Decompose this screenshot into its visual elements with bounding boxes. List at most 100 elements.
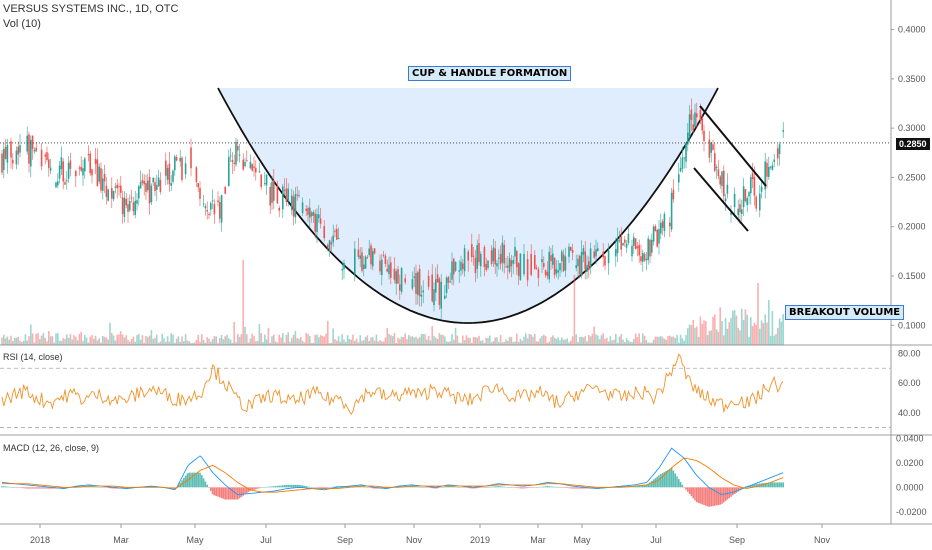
volume-bar bbox=[73, 335, 75, 345]
macd-histogram-bar bbox=[283, 485, 286, 488]
volume-bar bbox=[739, 330, 741, 345]
candle-body bbox=[755, 196, 757, 209]
volume-bar bbox=[393, 333, 396, 345]
symbol-title[interactable]: VERSUS SYSTEMS INC., 1D, OTC bbox=[3, 3, 178, 15]
volume-bar bbox=[42, 333, 45, 345]
candle-body bbox=[537, 269, 540, 278]
candle-body bbox=[238, 154, 241, 156]
candle-body bbox=[210, 203, 212, 210]
volume-bar bbox=[296, 338, 298, 345]
macd-histogram-bar bbox=[312, 487, 315, 488]
volume-bar bbox=[652, 339, 655, 345]
volume-bar bbox=[19, 340, 21, 345]
candle-body bbox=[96, 159, 99, 187]
volume-bar bbox=[102, 335, 104, 345]
volume-bar bbox=[570, 340, 572, 345]
candle-body bbox=[492, 247, 495, 262]
candle-body bbox=[3, 149, 5, 170]
macd-histogram-bar bbox=[318, 487, 320, 489]
volume-bar bbox=[543, 334, 545, 345]
candle-body bbox=[170, 183, 172, 186]
candle-body bbox=[683, 157, 685, 159]
candle-body bbox=[454, 262, 457, 271]
volume-bar bbox=[584, 336, 586, 345]
volume-bar bbox=[332, 328, 334, 345]
candle-body bbox=[84, 158, 86, 172]
macd-histogram-bar bbox=[13, 487, 16, 488]
candle-body bbox=[334, 230, 336, 232]
macd-tick-label: 0.0200 bbox=[896, 458, 924, 468]
volume-bar bbox=[733, 310, 736, 345]
candle-body bbox=[204, 206, 207, 209]
volume-bar bbox=[660, 335, 662, 345]
macd-histogram-bar bbox=[510, 487, 513, 488]
macd-histogram-bar bbox=[258, 487, 261, 489]
volume-bar bbox=[118, 334, 120, 345]
volume-bar bbox=[409, 336, 412, 345]
macd-histogram-bar bbox=[301, 485, 304, 488]
volume-bar bbox=[224, 336, 226, 345]
volume-bar bbox=[316, 334, 318, 345]
volume-bar bbox=[265, 339, 268, 345]
volume-bar bbox=[12, 341, 14, 345]
volume-bar bbox=[190, 342, 192, 345]
volume-bar bbox=[235, 342, 237, 345]
volume-bar bbox=[26, 340, 28, 345]
volume-bar bbox=[438, 333, 441, 345]
macd-histogram-bar bbox=[204, 481, 207, 488]
volume-bar bbox=[525, 333, 527, 345]
volume-bar bbox=[494, 337, 496, 345]
volume-bar bbox=[264, 334, 266, 345]
candle-body bbox=[366, 257, 369, 259]
macd-histogram-bar bbox=[327, 487, 329, 488]
candle-body bbox=[478, 243, 480, 263]
candle-body bbox=[726, 184, 729, 194]
macd-histogram-bar bbox=[427, 487, 430, 488]
candle-body bbox=[516, 250, 518, 268]
macd-histogram-bar bbox=[553, 486, 556, 488]
volume-bar bbox=[352, 334, 354, 345]
macd-histogram-bar bbox=[523, 487, 525, 489]
candle-body bbox=[6, 144, 9, 163]
volume-bar bbox=[417, 338, 419, 345]
macd-histogram-bar bbox=[771, 482, 774, 488]
volume-bar bbox=[769, 335, 772, 345]
candle-body bbox=[87, 154, 90, 156]
volume-bar bbox=[577, 341, 579, 345]
volume-bar bbox=[364, 337, 367, 345]
volume-bar bbox=[80, 331, 82, 345]
volume-bar bbox=[750, 317, 752, 345]
volume-bar bbox=[606, 337, 608, 345]
candle-body bbox=[148, 176, 151, 204]
candle-body bbox=[255, 167, 257, 173]
volume-bar bbox=[487, 337, 489, 345]
macd-histogram-bar bbox=[539, 486, 541, 488]
macd-histogram-bar bbox=[325, 487, 327, 489]
volume-bar bbox=[775, 333, 777, 345]
macd-histogram-bar bbox=[35, 487, 37, 489]
volume-bar bbox=[300, 336, 302, 345]
volume-bar bbox=[748, 336, 750, 345]
candle-body bbox=[75, 170, 77, 177]
macd-histogram-bar bbox=[719, 487, 721, 505]
macd-histogram-bar bbox=[715, 487, 718, 506]
candle-body bbox=[476, 245, 478, 269]
volume-bar bbox=[597, 335, 599, 345]
volume-bar bbox=[390, 335, 392, 345]
volume-bar bbox=[714, 314, 716, 345]
macd-histogram-bar bbox=[93, 486, 95, 488]
volume-bar bbox=[229, 339, 232, 345]
macd-histogram-bar bbox=[273, 486, 275, 488]
volume-bar bbox=[519, 338, 522, 345]
volume-bar bbox=[782, 314, 784, 345]
volume-bar bbox=[539, 338, 541, 345]
macd-histogram-bar bbox=[688, 487, 691, 494]
volume-bar bbox=[618, 336, 621, 345]
candle-body bbox=[278, 207, 280, 211]
macd-histogram-bar bbox=[708, 487, 711, 507]
macd-histogram-bar bbox=[1, 486, 3, 488]
candle-body bbox=[307, 208, 309, 215]
candle-body bbox=[485, 263, 487, 270]
volume-indicator-label[interactable]: Vol (10) bbox=[3, 18, 41, 30]
macd-histogram-bar bbox=[219, 487, 221, 498]
